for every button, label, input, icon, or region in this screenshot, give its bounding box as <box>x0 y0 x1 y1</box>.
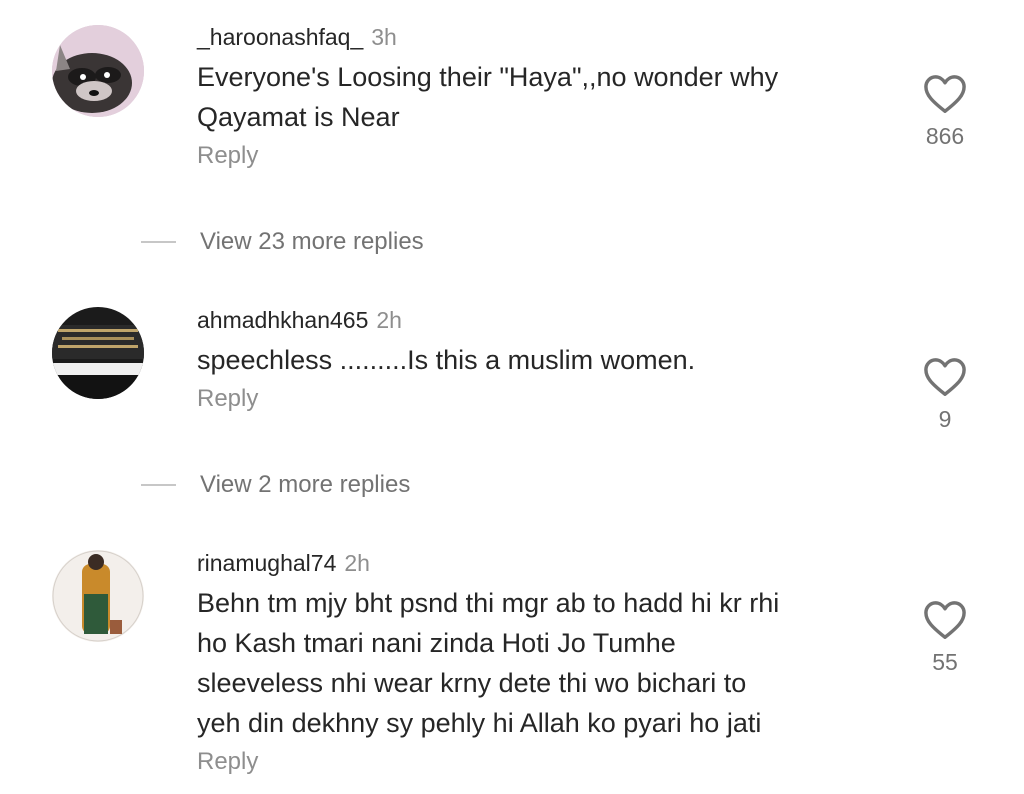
like-control: 9 <box>910 357 980 433</box>
comment-timestamp: 2h <box>344 550 370 576</box>
heart-outline-icon[interactable] <box>923 357 967 397</box>
heart-outline-icon[interactable] <box>923 600 967 640</box>
comment-username[interactable]: ahmadhkhan465 <box>197 307 368 333</box>
comment-text-line: Everyone's Loosing their "Haya",,no wond… <box>197 62 779 92</box>
comment-text-line: yeh din dekhny sy pehly hi Allah ko pyar… <box>197 708 762 738</box>
comment-text: Behn tm mjy bht psnd thi mgr ab to hadd … <box>197 583 877 743</box>
comment-text: Everyone's Loosing their "Haya",,no wond… <box>197 57 877 137</box>
divider-line <box>141 484 176 486</box>
reply-button[interactable]: Reply <box>197 384 877 414</box>
view-more-replies-label: View 2 more replies <box>200 471 411 498</box>
comment-text: speechless .........Is this a muslim wom… <box>197 340 877 380</box>
divider-line <box>141 241 176 243</box>
view-more-replies-button[interactable]: View 23 more replies <box>141 227 424 257</box>
avatar[interactable] <box>52 307 144 399</box>
comment-text-line: speechless .........Is this a muslim wom… <box>197 345 696 375</box>
view-more-replies-button[interactable]: View 2 more replies <box>141 470 410 500</box>
heart-outline-icon[interactable] <box>923 74 967 114</box>
profile-photo-avatar-image <box>52 550 144 642</box>
comment-timestamp: 3h <box>371 24 397 50</box>
avatar[interactable] <box>52 550 144 642</box>
like-control: 866 <box>910 74 980 150</box>
comment-username[interactable]: rinamughal74 <box>197 550 336 576</box>
reply-button[interactable]: Reply <box>197 141 877 171</box>
comment-text-line: ho Kash tmari nani zinda Hoti Jo Tumhe <box>197 628 676 658</box>
reply-button[interactable]: Reply <box>197 747 877 777</box>
like-count: 866 <box>925 123 965 149</box>
view-more-replies-label: View 23 more replies <box>200 228 424 255</box>
like-count: 9 <box>938 406 952 432</box>
comment-text-line: Behn tm mjy bht psnd thi mgr ab to hadd … <box>197 588 780 618</box>
comment-text-line: sleeveless nhi wear krny dete thi wo bic… <box>197 668 747 698</box>
comment-text-line: Qayamat is Near <box>197 102 400 132</box>
raccoon-avatar-image <box>52 25 144 117</box>
comment-timestamp: 2h <box>376 307 402 333</box>
comment-username[interactable]: _haroonashfaq_ <box>197 24 363 50</box>
like-control: 55 <box>910 600 980 676</box>
like-count: 55 <box>932 649 958 675</box>
avatar[interactable] <box>52 25 144 117</box>
kaaba-avatar-image <box>52 307 144 399</box>
